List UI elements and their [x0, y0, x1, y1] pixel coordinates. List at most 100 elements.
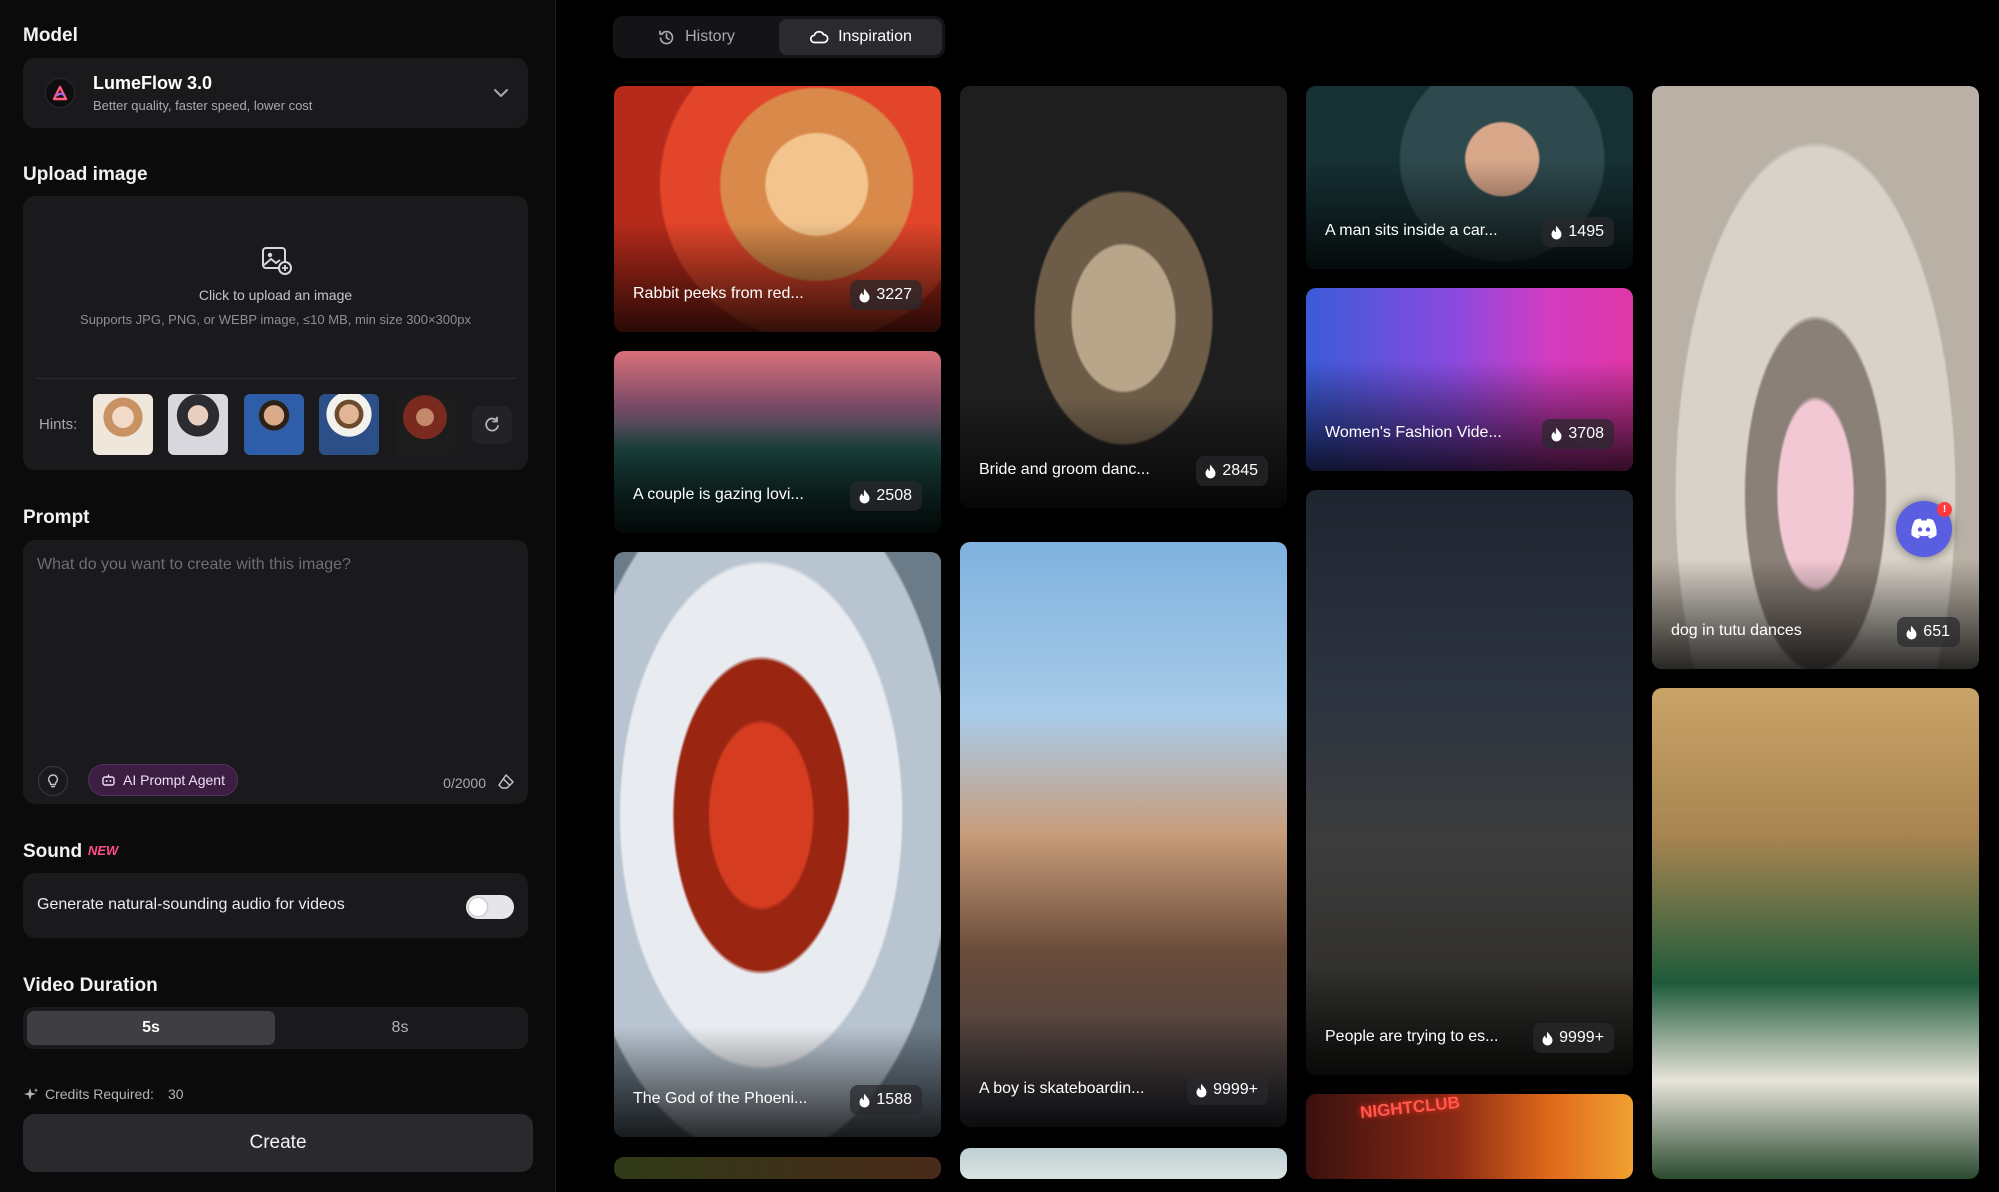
- refresh-hints-button[interactable]: [472, 406, 512, 444]
- model-section-title: Model: [23, 25, 78, 46]
- settings-panel: Model LumeFlow 3.0 Better quality, faste…: [0, 0, 556, 1192]
- ai-prompt-agent-label: AI Prompt Agent: [123, 772, 225, 788]
- flame-icon: [1551, 225, 1562, 239]
- ai-prompt-agent-button[interactable]: AI Prompt Agent: [88, 764, 238, 796]
- model-name: LumeFlow 3.0: [93, 73, 213, 93]
- tab-inspiration[interactable]: Inspiration: [779, 19, 942, 55]
- model-selector[interactable]: LumeFlow 3.0 Better quality, faster spee…: [23, 58, 528, 128]
- gallery-card[interactable]: Women's Fashion Vide... 3708: [1306, 288, 1633, 471]
- tab-history-label: History: [685, 28, 735, 45]
- notification-dot: !: [1937, 502, 1952, 517]
- gallery-card[interactable]: A couple is gazing lovi... 2508: [614, 351, 941, 533]
- model-description: Better quality, faster speed, lower cost: [93, 98, 313, 113]
- robot-icon: [102, 774, 115, 786]
- discord-button[interactable]: !: [1896, 501, 1952, 557]
- like-count-value: 2845: [1222, 462, 1258, 479]
- like-count: 651: [1897, 617, 1960, 647]
- upload-dropzone[interactable]: Click to upload an image Supports JPG, P…: [23, 196, 528, 470]
- hint-thumbnail[interactable]: [319, 394, 379, 455]
- flame-icon: [859, 288, 870, 302]
- history-icon: [659, 30, 674, 44]
- sound-option: Generate natural-sounding audio for vide…: [23, 873, 528, 938]
- upload-requirements: Supports JPG, PNG, or WEBP image, ≤10 MB…: [80, 312, 471, 327]
- like-count-value: 651: [1923, 623, 1950, 640]
- gallery-card-title: dog in tutu dances: [1671, 622, 1802, 639]
- gallery-card-title: Rabbit peeks from red...: [633, 285, 804, 302]
- prompt-section-title: Prompt: [23, 507, 90, 528]
- gallery-card-title: The God of the Phoeni...: [633, 1090, 808, 1107]
- credits-info: Credits Required: 30: [24, 1086, 184, 1102]
- create-button[interactable]: Create: [23, 1114, 533, 1172]
- duration-option-8s[interactable]: 8s: [276, 1011, 524, 1045]
- refresh-icon: [485, 416, 499, 432]
- hint-thumbnail[interactable]: [93, 394, 153, 455]
- flame-icon: [1906, 625, 1917, 639]
- divider: [35, 378, 516, 379]
- discord-icon: [1911, 518, 1937, 539]
- duration-section-title: Video Duration: [23, 975, 158, 996]
- gallery-card-title: A boy is skateboardin...: [979, 1080, 1145, 1097]
- gallery-card[interactable]: Bride and groom danc... 2845: [960, 86, 1287, 508]
- hints-label: Hints:: [39, 416, 78, 433]
- lightbulb-icon: [48, 774, 58, 788]
- char-counter: 0/2000: [443, 775, 486, 791]
- gallery-card-title: A couple is gazing lovi...: [633, 486, 804, 503]
- upload-instruction: Click to upload an image: [198, 287, 353, 303]
- flame-icon: [1551, 427, 1562, 441]
- gallery-card[interactable]: A man sits inside a car... 1495: [1306, 86, 1633, 269]
- like-count-value: 3708: [1568, 425, 1604, 442]
- image-upload-icon: [262, 247, 292, 275]
- new-badge: NEW: [88, 843, 119, 858]
- duration-option-5s[interactable]: 5s: [27, 1011, 275, 1045]
- like-count-value: 9999+: [1559, 1029, 1604, 1046]
- gallery-card-title: People are trying to es...: [1325, 1028, 1499, 1045]
- flame-icon: [1196, 1083, 1207, 1097]
- gallery-card-title: A man sits inside a car...: [1325, 222, 1498, 239]
- like-count-value: 9999+: [1213, 1081, 1258, 1098]
- gallery-card[interactable]: The God of the Phoeni... 1588: [614, 552, 941, 1137]
- prompt-input[interactable]: [37, 556, 513, 716]
- like-count: 1495: [1542, 217, 1614, 247]
- like-count: 9999+: [1533, 1023, 1614, 1053]
- prompt-tips-button[interactable]: [38, 766, 68, 796]
- gallery-card[interactable]: [614, 1157, 941, 1179]
- gallery-card[interactable]: A boy is skateboardin... 9999+: [960, 542, 1287, 1127]
- sound-toggle[interactable]: [466, 895, 514, 919]
- eraser-icon[interactable]: [496, 772, 516, 792]
- like-count: 3227: [850, 280, 922, 310]
- sound-section-title: Sound: [23, 841, 83, 862]
- model-logo-icon: [45, 78, 75, 108]
- like-count: 2845: [1196, 456, 1268, 486]
- cloud-icon: [810, 30, 829, 43]
- gallery-card[interactable]: [1652, 688, 1979, 1179]
- like-count-value: 2508: [876, 487, 912, 504]
- chevron-down-icon: [494, 89, 508, 97]
- gallery-card-title: NIGHTCLUB: [1359, 1094, 1461, 1123]
- sparkle-icon: [24, 1087, 39, 1100]
- duration-selector: 5s 8s: [23, 1007, 528, 1049]
- flame-icon: [859, 489, 870, 503]
- hint-thumbnail[interactable]: [244, 394, 304, 455]
- gallery-card[interactable]: dog in tutu dances 651: [1652, 86, 1979, 669]
- tab-history[interactable]: History: [616, 19, 776, 55]
- gallery-card[interactable]: [960, 1148, 1287, 1179]
- like-count-value: 1588: [876, 1091, 912, 1108]
- like-count: 9999+: [1187, 1075, 1268, 1105]
- credits-value: 30: [167, 1086, 184, 1102]
- toggle-knob: [469, 898, 487, 916]
- flame-icon: [1205, 464, 1216, 478]
- gallery-card[interactable]: People are trying to es... 9999+: [1306, 490, 1633, 1075]
- credits-label: Credits Required:: [45, 1086, 154, 1102]
- tab-inspiration-label: Inspiration: [838, 28, 912, 45]
- flame-icon: [859, 1093, 870, 1107]
- hint-thumbnail[interactable]: [395, 394, 455, 455]
- gallery-card[interactable]: Rabbit peeks from red... 3227: [614, 86, 941, 332]
- upload-section-title: Upload image: [23, 164, 148, 185]
- gallery-card-title: Women's Fashion Vide...: [1325, 424, 1502, 441]
- flame-icon: [1542, 1031, 1553, 1045]
- like-count: 1588: [850, 1085, 922, 1115]
- gallery-card[interactable]: NIGHTCLUB: [1306, 1094, 1633, 1179]
- hint-thumbnail[interactable]: [168, 394, 228, 455]
- view-tabs: History Inspiration: [613, 16, 945, 58]
- prompt-box: AI Prompt Agent 0/2000: [23, 540, 528, 804]
